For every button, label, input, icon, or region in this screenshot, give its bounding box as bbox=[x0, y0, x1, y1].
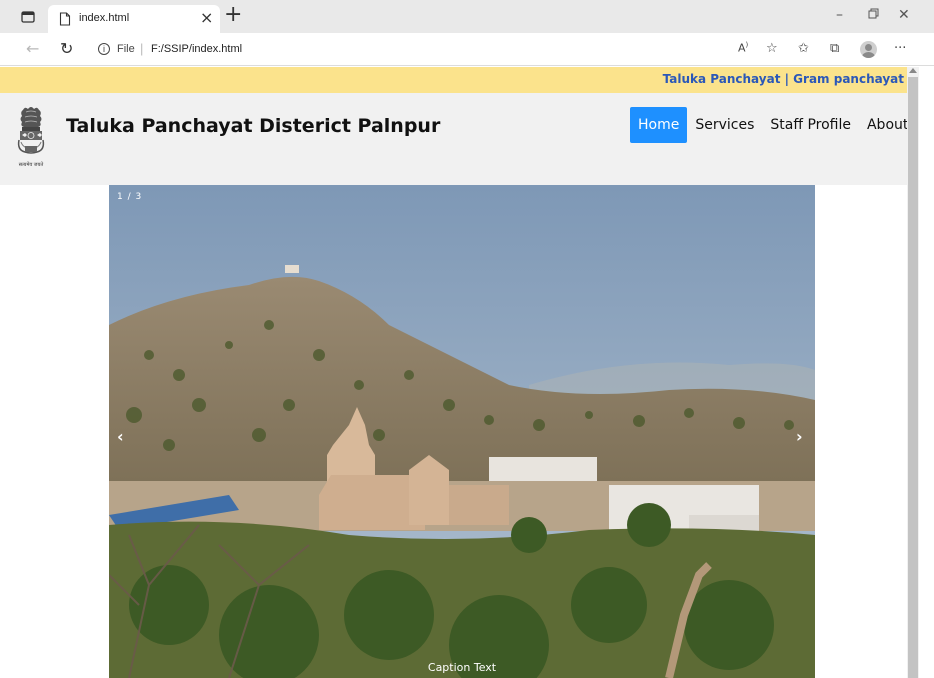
nav-staff-profile[interactable]: Staff Profile bbox=[762, 107, 859, 143]
emblem-motto: सत्यमेव जयते bbox=[19, 161, 44, 168]
tab-close-button[interactable]: × bbox=[200, 8, 213, 27]
info-icon[interactable]: i bbox=[98, 43, 110, 55]
site-title: Taluka Panchayat Disterict Palnpur bbox=[66, 115, 441, 137]
vertical-scrollbar[interactable] bbox=[907, 67, 919, 678]
new-tab-button[interactable]: + bbox=[224, 3, 242, 27]
slide-caption: Caption Text bbox=[427, 661, 497, 674]
address-bar: ← ↻ i File | F:/SSIP/index.html A) ☆ ✩ ⧉… bbox=[0, 33, 934, 66]
tab-actions-icon[interactable] bbox=[19, 8, 37, 26]
more-menu-icon[interactable]: ··· bbox=[894, 41, 906, 56]
url-scheme[interactable]: File bbox=[117, 43, 135, 55]
url-separator: | bbox=[140, 41, 144, 56]
slide-image bbox=[109, 185, 815, 678]
favorites-icon[interactable]: ✩ bbox=[798, 41, 809, 56]
page-viewport: Taluka Panchayat | Gram panchayat सत्यमे… bbox=[0, 67, 934, 678]
slide-counter: 1 / 3 bbox=[117, 192, 143, 202]
site-header: सत्यमेव जयते Taluka Panchayat Disterict … bbox=[0, 93, 908, 185]
browser-tab[interactable]: index.html × bbox=[48, 5, 220, 33]
scroll-up-arrow-icon[interactable] bbox=[909, 68, 917, 73]
back-icon[interactable]: ← bbox=[26, 39, 39, 58]
restore-icon[interactable] bbox=[868, 7, 879, 23]
browser-tab-bar: index.html × + – ✕ bbox=[0, 0, 934, 33]
top-links[interactable]: Taluka Panchayat | Gram panchayat bbox=[663, 72, 904, 86]
window-gutter bbox=[919, 67, 934, 678]
minimize-icon[interactable]: – bbox=[836, 7, 843, 23]
tab-title: index.html bbox=[79, 12, 130, 24]
nav-services[interactable]: Services bbox=[687, 107, 762, 143]
collections-icon[interactable]: ⧉ bbox=[830, 41, 839, 56]
scroll-thumb[interactable] bbox=[908, 77, 918, 678]
profile-avatar[interactable] bbox=[860, 41, 877, 58]
next-slide-button[interactable]: › bbox=[796, 427, 803, 446]
top-strip: Taluka Panchayat | Gram panchayat bbox=[0, 67, 907, 93]
favorite-add-icon[interactable]: ☆ bbox=[766, 41, 778, 56]
prev-slide-button[interactable]: ‹ bbox=[117, 427, 124, 446]
refresh-icon[interactable]: ↻ bbox=[60, 39, 73, 58]
main-nav: Home Services Staff Profile About bbox=[630, 107, 916, 143]
url-field[interactable]: F:/SSIP/index.html bbox=[151, 43, 242, 55]
national-emblem-logo: सत्यमेव जयते bbox=[13, 106, 49, 172]
nav-home[interactable]: Home bbox=[630, 107, 688, 143]
image-slideshow: 1 / 3 ‹ › Caption Text bbox=[109, 185, 815, 678]
read-aloud-icon[interactable]: A) bbox=[738, 41, 748, 55]
close-window-icon[interactable]: ✕ bbox=[898, 7, 910, 23]
page-icon bbox=[59, 11, 71, 30]
